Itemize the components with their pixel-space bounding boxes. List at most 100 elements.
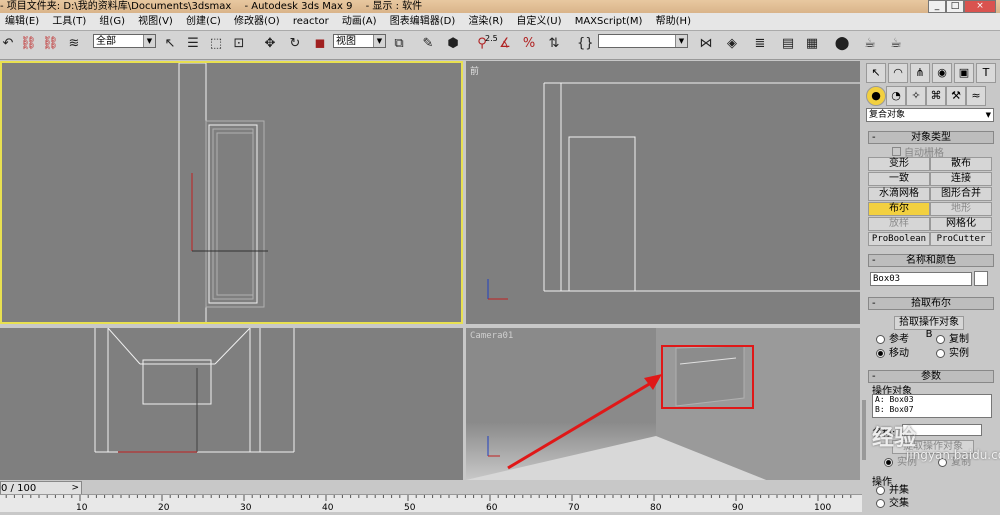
- utilities-tab-icon[interactable]: T: [976, 63, 996, 83]
- material-editor-icon[interactable]: ⬤: [834, 36, 850, 52]
- quick-render-icon[interactable]: ☕: [888, 36, 904, 52]
- radio-move-label: 移动: [889, 348, 909, 359]
- undo-icon[interactable]: ↶: [0, 36, 16, 52]
- rollout-object-type-title: 对象类型: [911, 132, 951, 143]
- radio-union[interactable]: 并集: [876, 485, 909, 497]
- watermark-url: jingyan.baidu.com: [906, 448, 1000, 462]
- curve-editor-icon[interactable]: ▤: [780, 36, 796, 52]
- chevron-down-icon: ▼: [143, 35, 155, 47]
- manipulate-icon[interactable]: ✎: [420, 36, 436, 52]
- menu-tools[interactable]: 工具(T): [47, 13, 91, 30]
- select-object-icon[interactable]: ↖: [162, 36, 178, 52]
- maximize-button[interactable]: □: [946, 0, 964, 13]
- radio-instance-label: 实例: [949, 348, 969, 359]
- display-tab-icon[interactable]: ▣: [954, 63, 974, 83]
- selection-filter-dropdown[interactable]: 全部 ▼: [93, 34, 156, 48]
- rollout-name-color-title: 名称和颜色: [906, 255, 956, 266]
- create-tab-icon[interactable]: ↖: [866, 63, 886, 83]
- menu-group[interactable]: 组(G): [94, 13, 130, 30]
- viewport-top[interactable]: [0, 61, 463, 324]
- category-dropdown[interactable]: 复合对象 ▼: [866, 108, 994, 122]
- unlink-icon[interactable]: ⛓: [42, 36, 59, 52]
- menu-views[interactable]: 视图(V): [133, 13, 178, 30]
- rotate-icon[interactable]: ↻: [287, 36, 303, 52]
- radio-reference[interactable]: 参考: [876, 334, 909, 346]
- blobmesh-button[interactable]: 水滴网格: [868, 187, 930, 201]
- procutter-button[interactable]: ProCutter: [930, 232, 992, 246]
- menu-graph-editors[interactable]: 图表编辑器(D): [385, 13, 461, 30]
- spinner-snap-icon[interactable]: ⇅: [546, 36, 562, 52]
- rect-selection-icon[interactable]: ⬚: [208, 36, 224, 52]
- window-crossing-icon[interactable]: ⊡: [231, 36, 247, 52]
- menu-maxscript[interactable]: MAXScript(M): [570, 13, 648, 30]
- pick-operand-b-button[interactable]: 拾取操作对象 B: [894, 316, 964, 340]
- command-panel-tabs: ↖ ◠ ⋔ ◉ ▣ T: [866, 61, 996, 83]
- conform-button[interactable]: 一致: [868, 172, 930, 186]
- move-icon[interactable]: ✥: [262, 36, 278, 52]
- close-button[interactable]: ×: [964, 0, 996, 13]
- pivot-center-icon[interactable]: ⧉: [391, 36, 407, 52]
- align-icon[interactable]: ◈: [724, 36, 740, 52]
- radio-instance[interactable]: 实例: [936, 348, 969, 360]
- object-name-input[interactable]: Box03: [870, 272, 972, 286]
- modify-tab-icon[interactable]: ◠: [888, 63, 908, 83]
- geometry-icon[interactable]: ●: [866, 86, 886, 106]
- lights-icon[interactable]: ✧: [906, 86, 926, 106]
- motion-tab-icon[interactable]: ◉: [932, 63, 952, 83]
- menu-edit[interactable]: 编辑(E): [0, 13, 44, 30]
- menu-modifiers[interactable]: 修改器(O): [229, 13, 285, 30]
- boolean-button[interactable]: 布尔: [868, 202, 930, 216]
- link-icon[interactable]: ⛓: [20, 36, 37, 52]
- loft-button[interactable]: 放样: [868, 217, 930, 231]
- viewport-front[interactable]: 前: [466, 61, 860, 324]
- named-selection-dropdown[interactable]: ▼: [598, 34, 688, 48]
- operand-b-item[interactable]: B: Box07: [875, 405, 991, 415]
- reference-coord-dropdown[interactable]: 视图 ▼: [333, 34, 386, 48]
- schematic-view-icon[interactable]: ▦: [804, 36, 820, 52]
- menu-rendering[interactable]: 渲染(R): [463, 13, 508, 30]
- spacewarps-icon[interactable]: ≈: [966, 86, 986, 106]
- select-by-name-icon[interactable]: ☰: [185, 36, 201, 52]
- edit-named-selection-icon[interactable]: {}: [577, 36, 594, 52]
- menu-animation[interactable]: 动画(A): [337, 13, 382, 30]
- mesher-button[interactable]: 网格化: [930, 217, 992, 231]
- reference-coord-value: 视图: [336, 36, 356, 47]
- morph-button[interactable]: 变形: [868, 157, 930, 171]
- terrain-button[interactable]: 地形: [930, 202, 992, 216]
- rollout-object-type[interactable]: - 对象类型: [868, 131, 994, 144]
- track-bar[interactable]: 10 20 30 40 50 60 70 80 90 100: [0, 494, 862, 513]
- minimize-button[interactable]: _: [928, 0, 946, 13]
- radio-move[interactable]: 移动: [876, 348, 909, 360]
- menu-customize[interactable]: 自定义(U): [511, 13, 566, 30]
- keyboard-shortcut-icon[interactable]: ⬢: [445, 36, 461, 52]
- object-color-swatch[interactable]: [974, 271, 988, 286]
- shapemerge-button[interactable]: 图形合并: [930, 187, 992, 201]
- angle-snap-icon[interactable]: ∡: [497, 36, 513, 52]
- rollout-parameters-title: 参数: [921, 371, 941, 382]
- cameras-icon[interactable]: ⌘: [926, 86, 946, 106]
- shapes-icon[interactable]: ◔: [886, 86, 906, 106]
- scatter-button[interactable]: 散布: [930, 157, 992, 171]
- layer-manager-icon[interactable]: ≣: [752, 36, 768, 52]
- operand-a-item[interactable]: A: Box03: [875, 395, 991, 405]
- hierarchy-tab-icon[interactable]: ⋔: [910, 63, 930, 83]
- radio-copy[interactable]: 复制: [936, 334, 969, 346]
- rollout-name-color[interactable]: - 名称和颜色: [868, 254, 994, 267]
- menu-create[interactable]: 创建(C): [181, 13, 226, 30]
- scale-icon[interactable]: ◼: [312, 36, 328, 52]
- menu-reactor[interactable]: reactor: [288, 13, 334, 30]
- rollout-pick-boolean[interactable]: - 拾取布尔: [868, 297, 994, 310]
- operands-list[interactable]: A: Box03 B: Box07: [872, 394, 992, 418]
- proboolean-button[interactable]: ProBoolean: [868, 232, 930, 246]
- viewport-left[interactable]: [0, 328, 463, 480]
- render-scene-icon[interactable]: ☕: [862, 36, 878, 52]
- radio-intersection[interactable]: 交集: [876, 498, 909, 510]
- bind-spacewarp-icon[interactable]: ≋: [66, 36, 82, 52]
- panel-scrollbar[interactable]: [862, 400, 866, 460]
- percent-snap-icon[interactable]: %: [521, 36, 537, 52]
- viewport-camera[interactable]: Camera01: [466, 328, 860, 480]
- helpers-icon[interactable]: ⚒: [946, 86, 966, 106]
- connect-button[interactable]: 连接: [930, 172, 992, 186]
- menu-help[interactable]: 帮助(H): [651, 13, 696, 30]
- mirror-icon[interactable]: ⋈: [698, 36, 714, 52]
